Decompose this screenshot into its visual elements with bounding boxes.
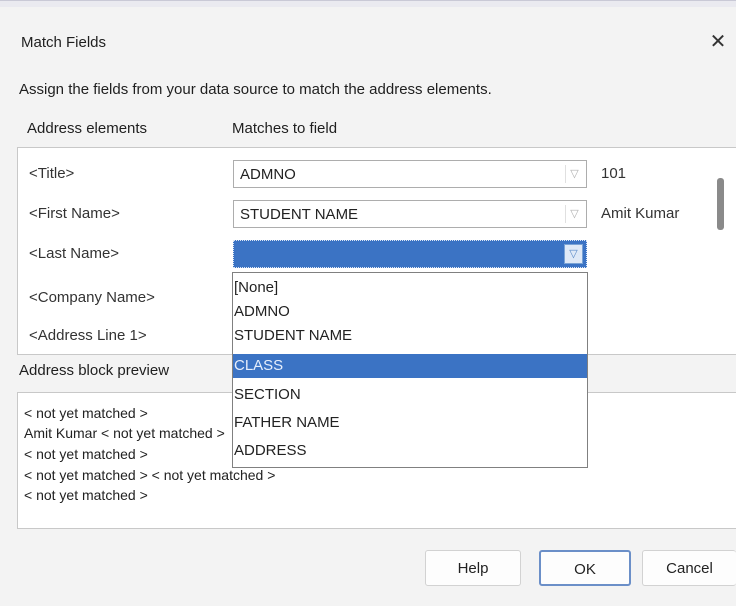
field-label: <Company Name> [29,289,155,306]
sample-value: Amit Kumar [601,205,680,222]
field-label: <Title> [29,165,75,182]
match-combo-title[interactable]: ADMNO ▽ [233,160,587,188]
sample-value: 101 [601,165,627,182]
field-row-title: <Title> ADMNO ▽ 101 [18,160,698,190]
field-dropdown-list[interactable]: [None] ADMNO STUDENT NAME CLASS SECTION … [232,272,588,468]
close-icon[interactable]: ✕ [706,29,730,53]
preview-line: < not yet matched > [24,446,148,462]
cancel-button[interactable]: Cancel [642,550,736,586]
dialog-title: Match Fields [21,34,107,51]
address-block-preview-label: Address block preview [19,362,170,379]
help-button[interactable]: Help [425,550,521,586]
title-bar-strip [0,1,736,7]
dropdown-option[interactable]: FATHER NAME [233,411,587,435]
ok-button[interactable]: OK [539,550,631,586]
chevron-down-icon[interactable]: ▽ [565,165,583,183]
chevron-down-icon[interactable]: ▽ [564,244,583,264]
field-row-last-name: <Last Name> ▽ [18,240,698,270]
preview-line: < not yet matched > < not yet matched > [24,467,276,483]
match-combo-last-name[interactable]: ▽ [233,240,587,268]
instruction-text: Assign the fields from your data source … [19,81,492,98]
field-row-first-name: <First Name> STUDENT NAME ▽ Amit Kumar [18,200,698,230]
field-label: <First Name> [29,205,120,222]
column-header-matches-to-field: Matches to field [232,120,338,137]
preview-line: < not yet matched > [24,405,148,421]
dropdown-option[interactable]: SECTION [233,383,587,407]
column-header-address-elements: Address elements [27,120,148,137]
dropdown-option-highlighted[interactable]: CLASS [233,354,587,378]
preview-line: < not yet matched > [24,487,148,503]
field-label: <Last Name> [29,245,120,262]
match-combo-first-name[interactable]: STUDENT NAME ▽ [233,200,587,228]
match-fields-dialog: Match Fields ✕ Assign the fields from yo… [0,0,736,606]
scrollbar-thumb[interactable] [717,178,724,230]
dropdown-option[interactable]: ADDRESS [233,439,587,463]
dropdown-option[interactable]: STUDENT NAME [233,324,587,348]
combo-value: STUDENT NAME [240,206,359,223]
combo-value: ADMNO [240,166,296,183]
field-label: <Address Line 1> [29,327,147,344]
dropdown-option[interactable]: [None] [233,276,587,300]
dropdown-option[interactable]: ADMNO [233,300,587,324]
preview-line: Amit Kumar < not yet matched > [24,425,225,441]
chevron-down-icon[interactable]: ▽ [565,205,583,223]
